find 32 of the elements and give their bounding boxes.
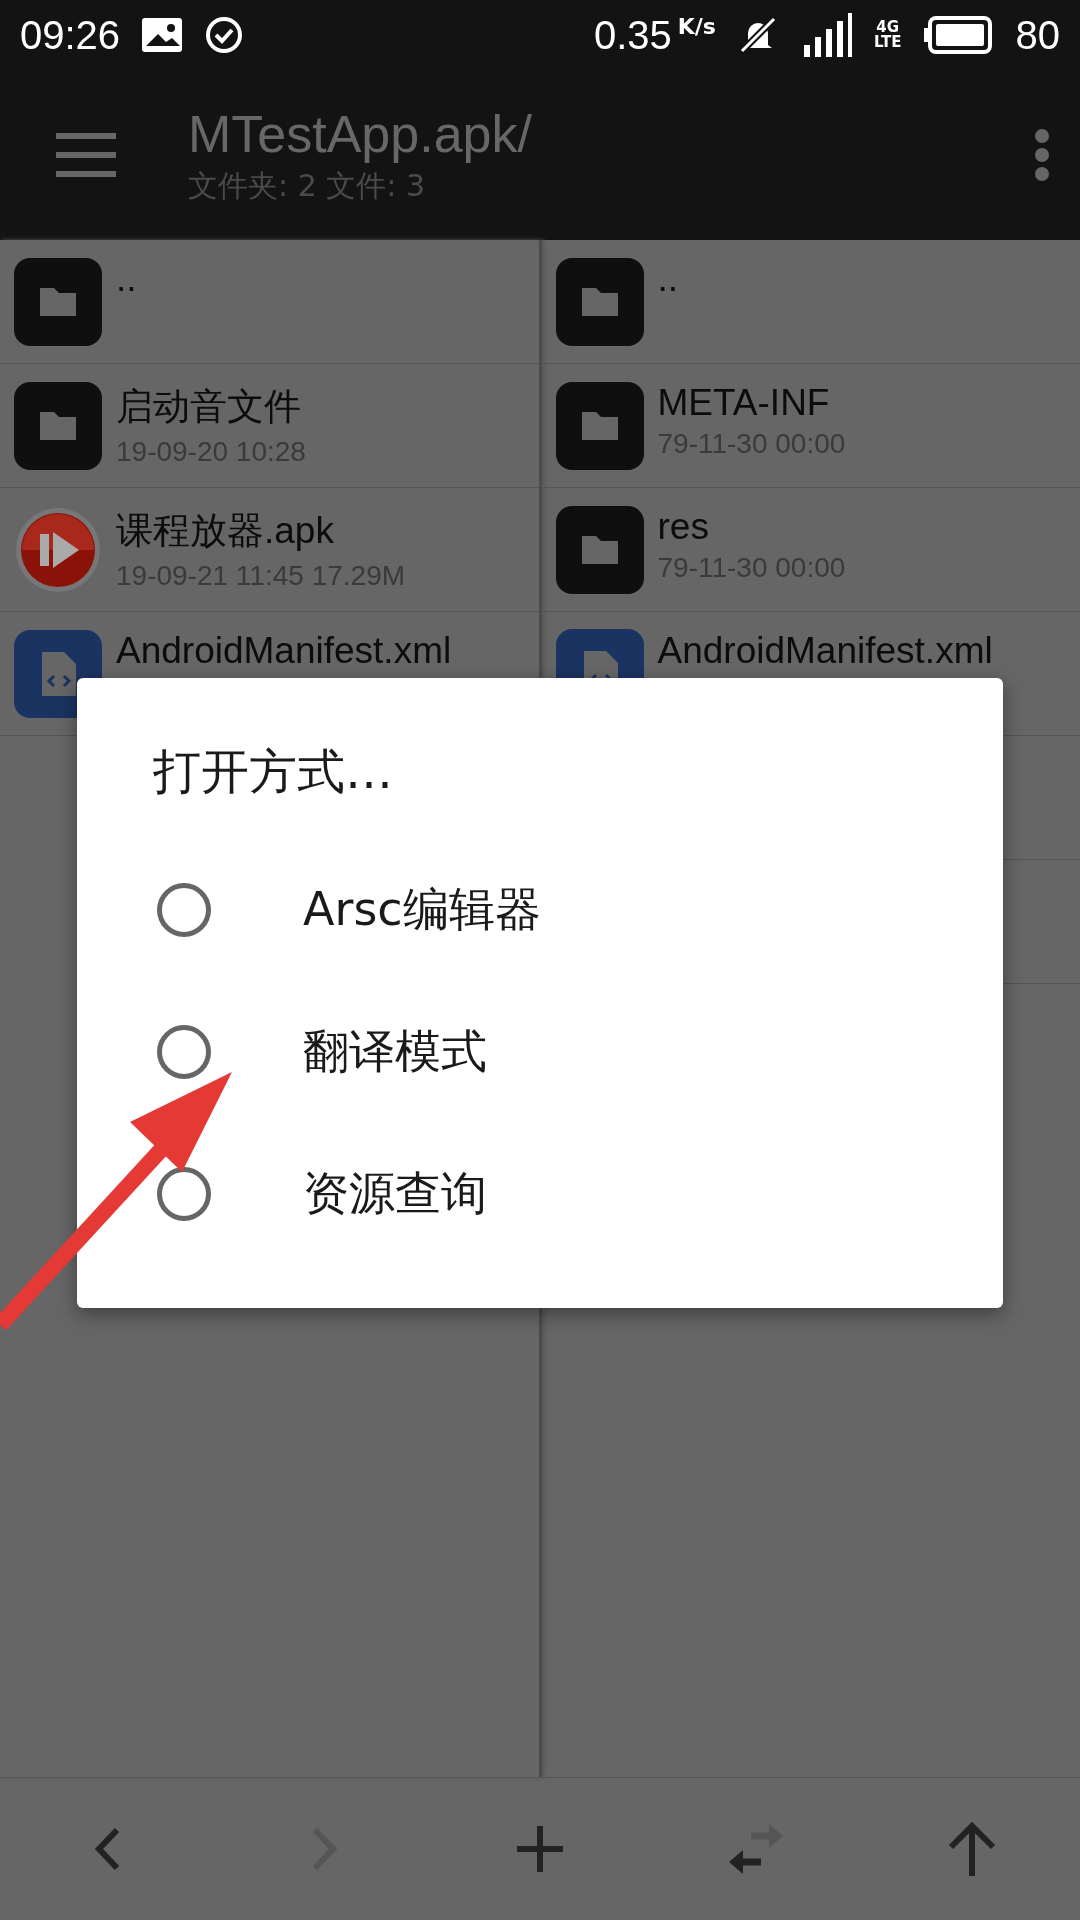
code-file-icon — [555, 629, 644, 679]
dialog-title: 打开方式… — [153, 742, 394, 801]
file-name[interactable]: AndroidManifest.xml — [657, 630, 993, 672]
file-name[interactable]: res — [657, 506, 846, 548]
radio-option[interactable]: Arsc编辑器 — [77, 836, 1003, 984]
folder-icon — [555, 381, 644, 470]
folder-icon — [555, 505, 644, 594]
file-name[interactable]: .. — [116, 258, 137, 300]
folder-icon — [14, 257, 102, 346]
back-icon — [95, 1826, 121, 1872]
file-name[interactable]: META-INF — [657, 382, 846, 424]
check-circle-icon — [204, 15, 245, 55]
file-name[interactable]: 启动音文件 — [116, 382, 306, 432]
file-name[interactable]: 课程放器.apk — [116, 506, 406, 556]
toolbar-title: MTestApp.apk/ — [188, 103, 533, 164]
radio-button[interactable] — [157, 1025, 211, 1079]
menu-icon[interactable] — [56, 133, 116, 177]
folder-icon — [555, 257, 644, 346]
network-subtype: LTE — [873, 35, 902, 50]
file-name[interactable]: AndroidManifest.xml — [116, 630, 452, 672]
battery-icon — [923, 15, 994, 55]
network-speed: 0.35 — [593, 12, 672, 58]
clock: 09:26 — [20, 12, 121, 58]
more-options-icon[interactable] — [1034, 128, 1050, 182]
file-name[interactable]: .. — [657, 258, 679, 300]
battery-level: 80 — [1015, 12, 1060, 58]
radio-button[interactable] — [157, 883, 211, 937]
play-icon — [14, 505, 102, 594]
folder-icon — [14, 381, 102, 470]
image-icon — [142, 18, 183, 52]
network-type: 4G — [876, 20, 900, 35]
speed-unit: K/s — [677, 14, 716, 39]
